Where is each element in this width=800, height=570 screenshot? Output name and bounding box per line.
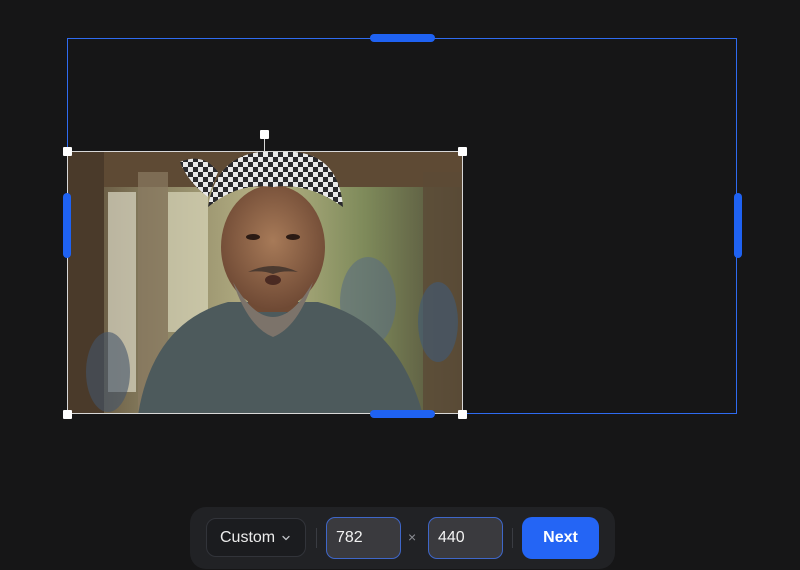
canvas-resize-handle-top[interactable] xyxy=(370,34,435,42)
photo-image xyxy=(68,152,462,413)
size-preset-dropdown[interactable]: Custom xyxy=(206,518,306,557)
canvas-resize-handle-right[interactable] xyxy=(734,193,742,258)
height-input[interactable] xyxy=(428,517,503,559)
image-handle-bottom-right[interactable] xyxy=(458,410,467,419)
chevron-down-icon xyxy=(282,535,290,540)
rotate-handle-stem xyxy=(264,139,265,151)
dimension-separator: × xyxy=(408,529,417,545)
image-handle-bottom-left[interactable] xyxy=(63,410,72,419)
image-handle-top-right[interactable] xyxy=(458,147,467,156)
image-handle-top-left[interactable] xyxy=(63,147,72,156)
size-preset-label: Custom xyxy=(220,528,276,546)
toolbar-divider xyxy=(512,528,513,548)
canvas-resize-handle-left[interactable] xyxy=(63,193,71,258)
toolbar-divider xyxy=(316,528,317,548)
next-button[interactable]: Next xyxy=(522,517,599,559)
image-layer[interactable] xyxy=(67,151,463,414)
canvas-resize-handle-bottom[interactable] xyxy=(370,410,435,418)
width-input[interactable] xyxy=(326,517,401,559)
rotate-handle[interactable] xyxy=(260,130,269,139)
resize-editor: Custom × Next xyxy=(0,0,800,570)
